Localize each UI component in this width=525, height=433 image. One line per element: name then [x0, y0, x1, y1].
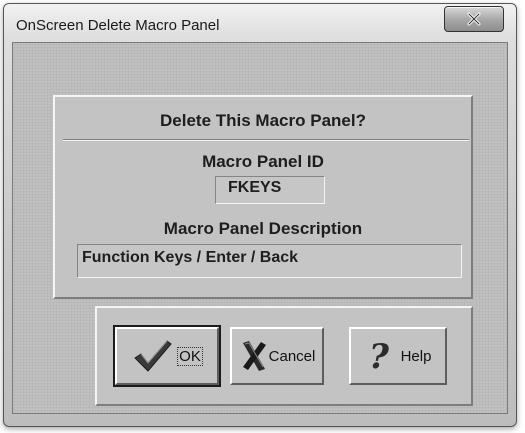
dialog-client-area: Delete This Macro Panel? Macro Panel ID …	[12, 42, 508, 414]
title-bar[interactable]: OnScreen Delete Macro Panel	[4, 4, 516, 44]
macro-panel-id-label: Macro Panel ID	[202, 152, 324, 171]
question-mark-icon: ?	[369, 337, 390, 376]
help-button[interactable]: ? Help	[349, 327, 447, 385]
info-panel: Delete This Macro Panel? Macro Panel ID …	[53, 95, 473, 299]
ok-button-label: OK	[177, 346, 203, 366]
macro-panel-description-label: Macro Panel Description	[163, 219, 363, 238]
macro-panel-id-field: FKEYS	[215, 176, 325, 204]
help-button-label: Help	[400, 347, 432, 365]
cancel-button-label: Cancel	[268, 347, 316, 365]
button-group: OK Cancel ? Help	[95, 306, 473, 406]
heading-divider	[63, 139, 469, 141]
svg-text:?: ?	[369, 337, 390, 376]
dialog-heading: Delete This Macro Panel?	[160, 111, 366, 130]
close-x-icon	[467, 12, 481, 26]
cancel-button[interactable]: Cancel	[230, 327, 324, 385]
macro-panel-description-field: Function Keys / Enter / Back	[77, 244, 462, 278]
ok-button[interactable]: OK	[113, 325, 221, 387]
dialog-window: OnScreen Delete Macro Panel Delete This …	[3, 3, 517, 427]
x-mark-icon	[242, 341, 266, 371]
close-button[interactable]	[444, 6, 504, 32]
checkmark-icon	[134, 340, 172, 372]
window-title: OnScreen Delete Macro Panel	[16, 17, 220, 34]
